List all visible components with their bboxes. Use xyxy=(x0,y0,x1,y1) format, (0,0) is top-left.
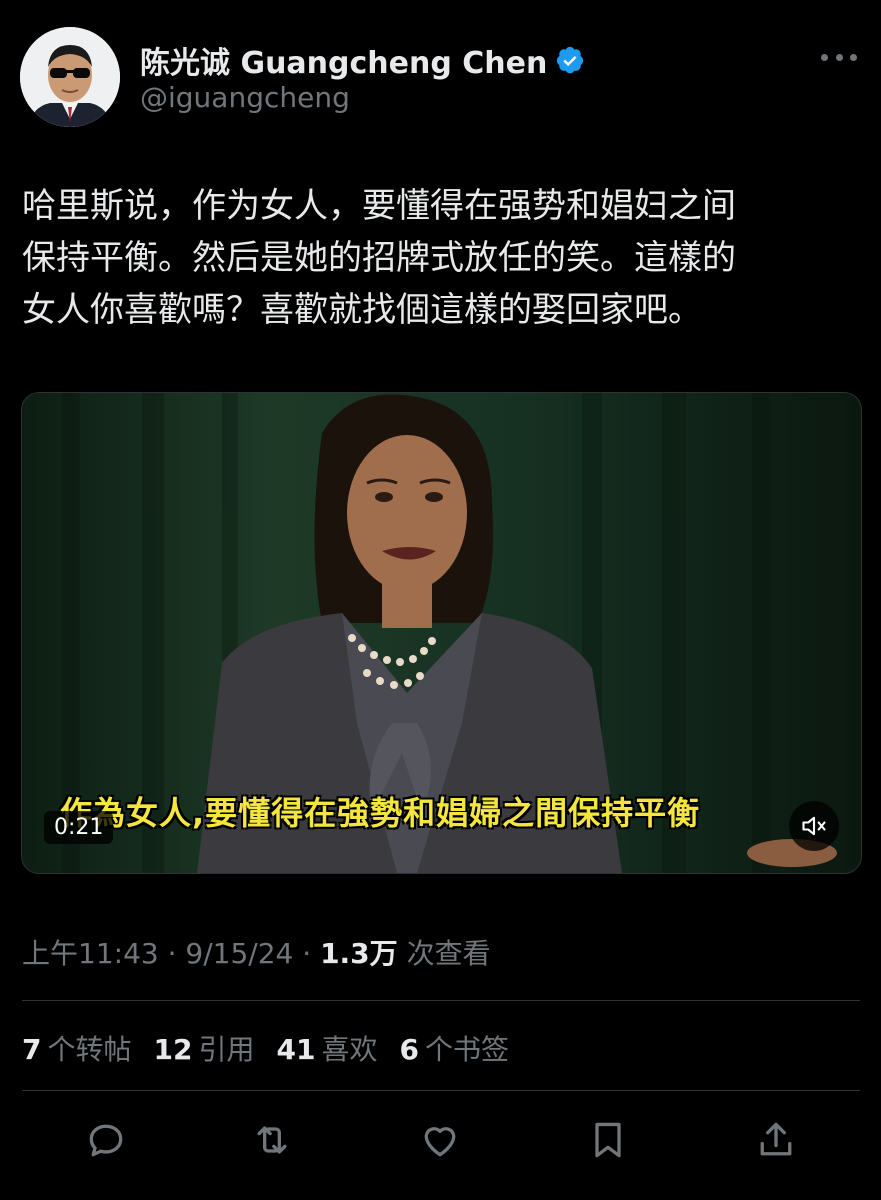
stat-count: 41 xyxy=(276,1033,316,1066)
author-handle[interactable]: @iguangcheng xyxy=(140,81,350,114)
avatar[interactable] xyxy=(20,27,120,127)
retweet-icon xyxy=(257,1126,287,1154)
share-icon xyxy=(760,1122,792,1156)
stat-count: 12 xyxy=(153,1033,193,1066)
more-dot xyxy=(835,53,843,61)
video-duration: 0:21 xyxy=(44,811,114,844)
stat-label: 个转帖 xyxy=(47,1033,132,1066)
tweet-detail-page: 陈光诚 Guangcheng Chen @iguangcheng 哈里斯说，作为… xyxy=(0,0,881,1200)
bookmark-icon xyxy=(595,1122,621,1158)
tweet-text: 哈里斯说，作为女人，要懂得在强势和娼妇之间 保持平衡。然后是她的招牌式放任的笑。… xyxy=(22,186,736,330)
meta-separator: · xyxy=(158,937,186,970)
tweet-meta: 上午11:43 · 9/15/24 · 1.3万 次查看 xyxy=(22,932,491,972)
tweet-time[interactable]: 上午11:43 xyxy=(22,937,159,970)
video-player[interactable]: 作為女人,要懂得在強勢和娼婦之間保持平衡 0:21 xyxy=(21,392,862,874)
reply-button[interactable] xyxy=(76,1110,136,1170)
stat-likes[interactable]: 41 喜欢 xyxy=(276,1028,377,1068)
volume-muted-icon xyxy=(802,816,826,836)
more-dot xyxy=(850,53,857,61)
more-horizontal-icon xyxy=(821,53,828,61)
views-count: 1.3万 xyxy=(320,937,398,970)
video-subtitle: 作為女人,要懂得在強勢和娼婦之間保持平衡 xyxy=(60,794,701,832)
engagement-stats: 7 个转帖 12 引用 41 喜欢 6 个书签 xyxy=(22,1028,509,1068)
divider xyxy=(22,1000,860,1001)
stat-bookmarks[interactable]: 6 个书签 xyxy=(399,1028,509,1068)
stat-label: 个书签 xyxy=(424,1033,509,1066)
stat-reposts[interactable]: 7 个转帖 xyxy=(22,1028,132,1068)
share-button[interactable] xyxy=(746,1110,806,1170)
author-display-name[interactable]: 陈光诚 Guangcheng Chen xyxy=(140,38,585,82)
more-options-button[interactable] xyxy=(821,42,857,72)
retweet-button[interactable] xyxy=(242,1110,302,1170)
stat-count: 7 xyxy=(22,1033,42,1066)
bookmark-button[interactable] xyxy=(578,1110,638,1170)
avatar-man-sunglasses-icon xyxy=(20,27,120,127)
like-button[interactable] xyxy=(410,1110,470,1170)
mute-button[interactable] xyxy=(789,801,839,851)
verified-badge-icon xyxy=(557,46,584,74)
like-icon xyxy=(424,1127,456,1157)
divider xyxy=(22,1090,860,1091)
stat-quotes[interactable]: 12 引用 xyxy=(154,1028,255,1068)
stat-label: 引用 xyxy=(198,1033,255,1066)
reply-icon xyxy=(89,1124,123,1157)
author-name-text: 陈光诚 Guangcheng Chen xyxy=(140,46,548,81)
stat-label: 喜欢 xyxy=(321,1033,378,1066)
views-label: 次查看 xyxy=(397,937,491,970)
meta-separator: · xyxy=(293,937,321,970)
action-bar xyxy=(0,1110,881,1170)
tweet-date[interactable]: 9/15/24 xyxy=(185,937,293,970)
stat-count: 6 xyxy=(399,1033,419,1066)
